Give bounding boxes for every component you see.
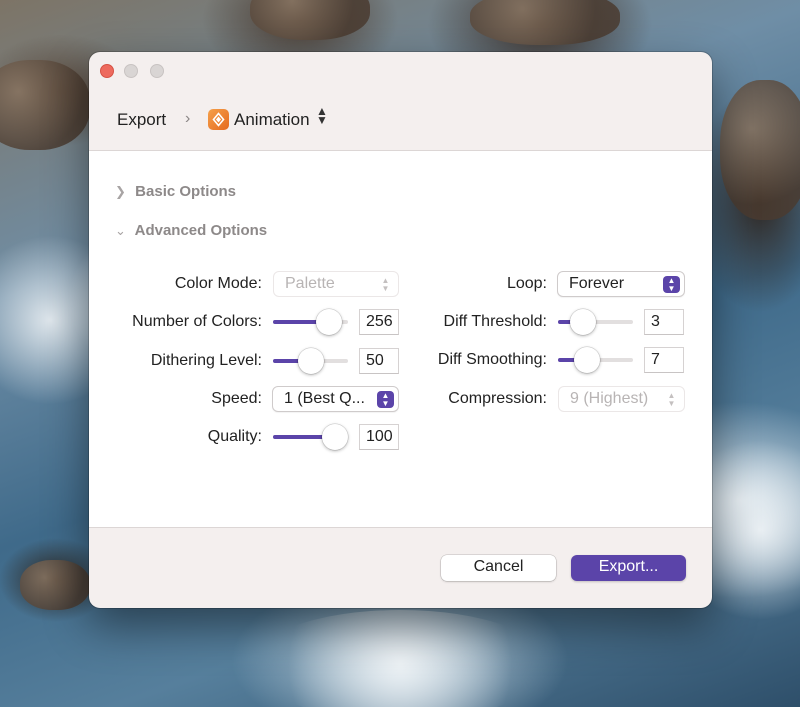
options-panel: ❯ Basic Options ⌄ Advanced Options Color… [89, 151, 712, 528]
export-button[interactable]: Export... [571, 555, 686, 581]
number-of-colors-slider[interactable] [273, 309, 348, 335]
background-foam [250, 610, 550, 707]
number-of-colors-label: Number of Colors: [132, 313, 262, 330]
speed-label: Speed: [211, 390, 262, 407]
background-rock [20, 560, 90, 610]
slider-knob[interactable] [573, 347, 600, 373]
quality-slider[interactable] [273, 424, 348, 450]
popup-chevrons-icon: ▲ ▼ [667, 391, 676, 408]
slider-knob[interactable] [321, 424, 348, 450]
diff-smoothing-field[interactable]: 7 [644, 347, 684, 373]
slider-knob[interactable] [297, 348, 324, 374]
advanced-options-disclosure[interactable]: ⌄ Advanced Options [115, 222, 267, 239]
cancel-button[interactable]: Cancel [441, 555, 556, 581]
background-rock [470, 0, 620, 45]
chevron-right-icon: ❯ [115, 184, 126, 199]
color-mode-label: Color Mode: [174, 275, 262, 292]
loop-popup[interactable]: Forever ▲ ▼ [557, 271, 685, 297]
breadcrumb-export[interactable]: Export [117, 110, 166, 130]
background-rock [0, 60, 90, 150]
export-window: Export › Animation ▲ ▼ ❯ Basic Options ⌄ … [89, 52, 712, 608]
diff-threshold-field[interactable]: 3 [644, 309, 684, 335]
quality-field[interactable]: 100 [359, 424, 399, 450]
format-selector-chevrons-icon[interactable]: ▲ ▼ [316, 105, 328, 126]
zoom-button[interactable] [150, 64, 164, 78]
advanced-options-label: Advanced Options [134, 222, 268, 239]
diff-smoothing-slider[interactable] [558, 347, 633, 373]
diff-threshold-label: Diff Threshold: [443, 313, 547, 330]
background-rock [250, 0, 370, 40]
background-rock [720, 80, 800, 220]
title-bar [89, 52, 712, 90]
diff-threshold-slider[interactable] [558, 309, 633, 335]
popup-chevrons-icon: ▲ ▼ [663, 276, 680, 293]
toolbar: Export › Animation ▲ ▼ [89, 90, 712, 151]
minimize-button[interactable] [124, 64, 138, 78]
basic-options-disclosure[interactable]: ❯ Basic Options [115, 183, 236, 200]
slider-knob[interactable] [316, 309, 343, 335]
close-button[interactable] [100, 64, 114, 78]
dithering-level-label: Dithering Level: [150, 352, 262, 369]
compression-popup: 9 (Highest) ▲ ▼ [558, 386, 685, 412]
format-selector-label[interactable]: Animation [234, 110, 310, 130]
quality-label: Quality: [207, 428, 262, 445]
basic-options-label: Basic Options [135, 183, 237, 200]
dithering-level-slider[interactable] [273, 348, 348, 374]
chevron-right-icon: › [185, 110, 191, 127]
slider-knob[interactable] [569, 309, 596, 335]
loop-label: Loop: [506, 275, 547, 292]
animation-app-icon [208, 109, 229, 130]
chevron-down-icon: ⌄ [115, 223, 126, 238]
compression-label: Compression: [448, 390, 547, 407]
diff-smoothing-label: Diff Smoothing: [437, 351, 547, 368]
